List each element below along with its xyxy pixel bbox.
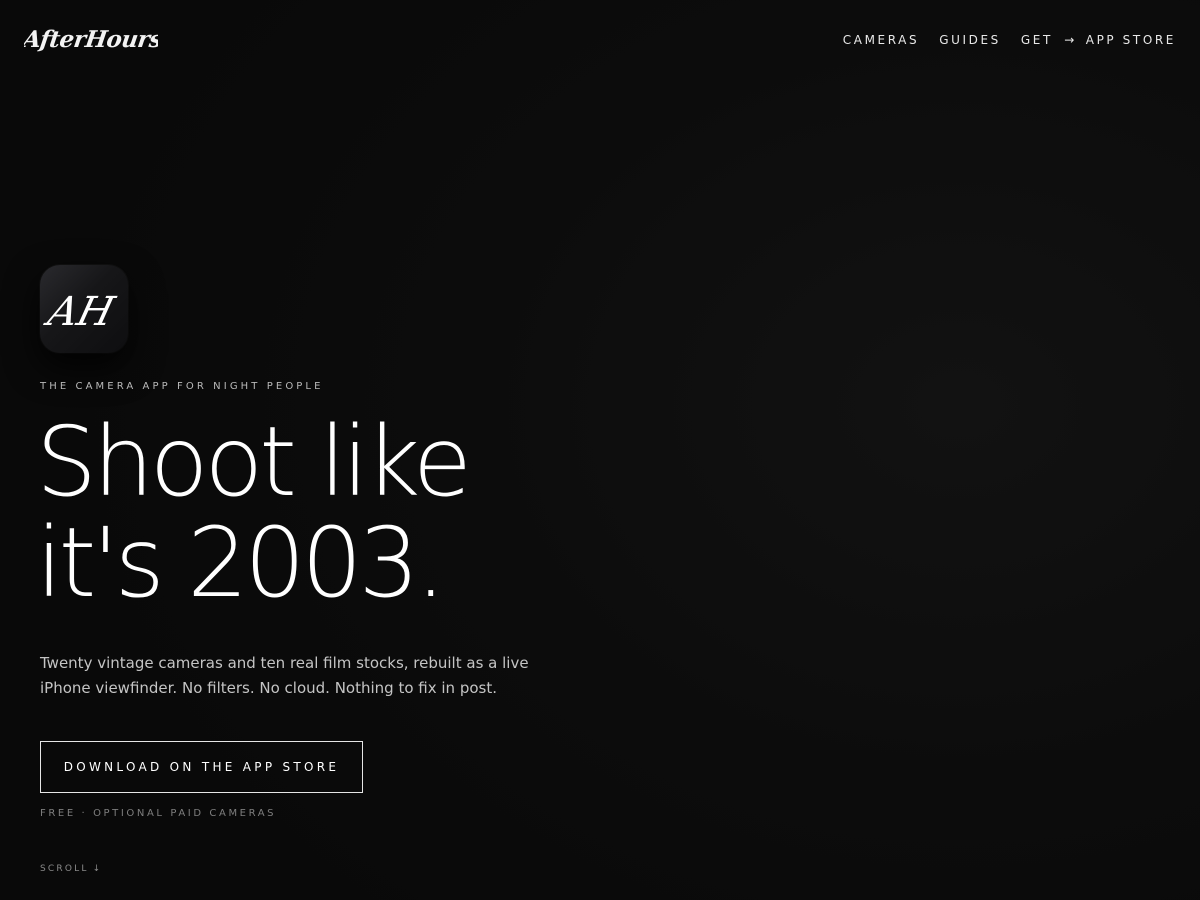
- hero-headline: Shoot like it's 2003.: [36, 406, 472, 619]
- download-app-store-button[interactable]: DOWNLOAD ON THE APP STORE: [40, 741, 363, 793]
- nav-link-guides[interactable]: GUIDES: [939, 33, 1001, 47]
- headline-line-1: Shoot like: [36, 406, 472, 518]
- logo-wordmark: AfterHours: [19, 26, 164, 53]
- nav-app-store-label: APP STORE: [1085, 33, 1176, 47]
- description-line-1: Twenty vintage cameras and ten real film…: [40, 654, 529, 672]
- app-icon-monogram: AH: [40, 288, 121, 335]
- top-nav: CAMERAS GUIDES GET → APP STORE: [823, 33, 1176, 47]
- pricing-note: FREE · OPTIONAL PAID CAMERAS: [40, 808, 277, 819]
- page: AfterHours CAMERAS GUIDES GET → APP STOR…: [0, 0, 1200, 900]
- svg-text:AfterHours: AfterHours: [24, 26, 158, 53]
- description-line-2: iPhone viewfinder. No filters. No cloud.…: [40, 679, 497, 697]
- hero-tagline: THE CAMERA APP FOR NIGHT PEOPLE: [40, 381, 324, 392]
- arrow-down-icon: ↓: [92, 864, 101, 874]
- nav-link-get-app-store[interactable]: GET → APP STORE: [1021, 33, 1176, 47]
- scroll-label: SCROLL: [40, 864, 89, 874]
- nav-get-prefix: GET: [1020, 33, 1053, 47]
- headline-line-2: it's 2003.: [36, 507, 446, 619]
- svg-text:AH: AH: [40, 288, 121, 335]
- hero-description: Twenty vintage cameras and ten real film…: [40, 651, 540, 701]
- scroll-indicator[interactable]: SCROLL ↓: [40, 864, 100, 874]
- app-icon: AH: [40, 265, 128, 353]
- afterhours-logo[interactable]: AfterHours: [19, 20, 164, 58]
- arrow-right-icon: →: [1064, 33, 1075, 47]
- nav-link-cameras[interactable]: CAMERAS: [843, 33, 919, 47]
